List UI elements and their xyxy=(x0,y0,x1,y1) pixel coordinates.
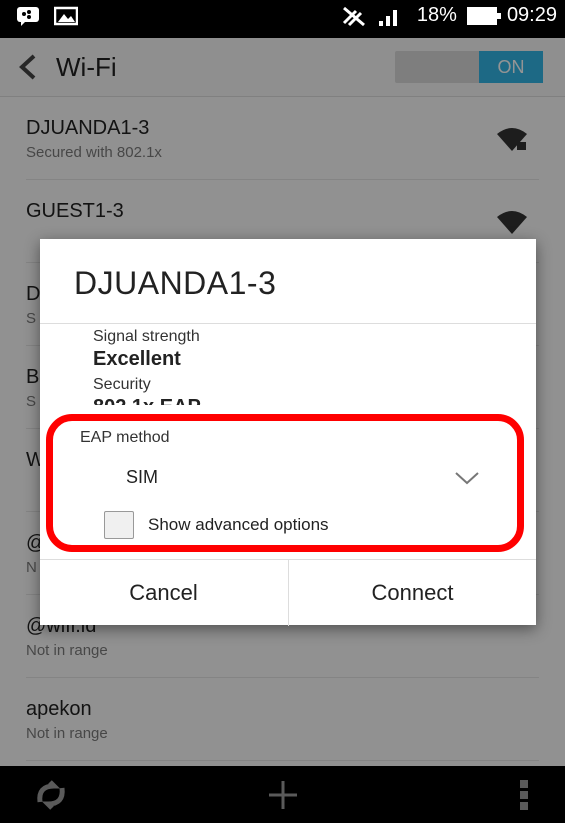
wifi-settings-screen: 18% 09:29 Wi-Fi ON DJUANDA1-3 Secured wi… xyxy=(0,0,565,823)
highlight-annotation xyxy=(46,414,524,552)
dialog-title: DJUANDA1-3 xyxy=(74,265,277,301)
no-data-icon xyxy=(342,6,365,26)
bbm-notification-icon xyxy=(17,7,39,26)
overflow-menu-icon[interactable] xyxy=(508,778,542,812)
add-network-icon[interactable] xyxy=(266,778,300,812)
signal-strength-value: Excellent xyxy=(93,348,181,370)
battery-icon xyxy=(466,6,501,25)
signal-strength-label: Signal strength xyxy=(93,328,200,345)
dialog-buttons: Cancel Connect xyxy=(40,559,536,626)
security-label: Security xyxy=(93,376,151,393)
cancel-button[interactable]: Cancel xyxy=(40,560,287,626)
dialog-details: Signal strength Excellent Security 802.1… xyxy=(40,324,536,405)
battery-percent: 18% xyxy=(416,4,457,26)
status-bar: 18% 09:29 xyxy=(0,0,565,38)
bottom-action-bar xyxy=(0,766,565,823)
image-notification-icon xyxy=(54,6,78,26)
security-value: 802.1x EAP xyxy=(93,396,201,405)
signal-icon xyxy=(378,9,397,26)
connect-button[interactable]: Connect xyxy=(288,560,536,626)
clock: 09:29 xyxy=(506,4,557,26)
wps-icon[interactable] xyxy=(34,778,68,812)
